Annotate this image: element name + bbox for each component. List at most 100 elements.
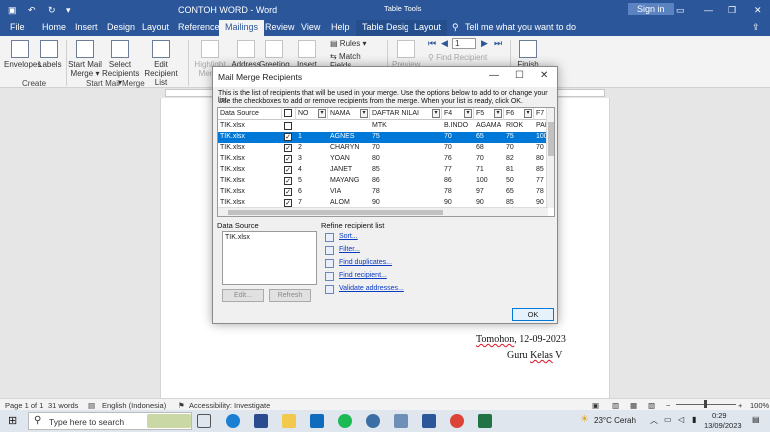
- read-mode-icon[interactable]: ▥: [612, 401, 619, 410]
- row-checkbox[interactable]: ✓: [284, 188, 292, 196]
- chevron-down-icon[interactable]: ▾: [464, 109, 472, 118]
- preview-results-button[interactable]: Preview: [392, 40, 420, 69]
- tab-help[interactable]: Help: [331, 22, 350, 32]
- minimize-icon[interactable]: —: [704, 5, 713, 15]
- header-f5[interactable]: F5 ▾: [474, 108, 504, 120]
- table-row[interactable]: TIK.xlsx 6 VIA 78 78 97 65 78 ✓: [218, 187, 548, 198]
- zoom-out-icon[interactable]: −: [666, 401, 670, 410]
- header-f4[interactable]: F4 ▾: [442, 108, 474, 120]
- print-layout-icon[interactable]: ▦: [630, 401, 637, 410]
- header-daftar-nilai[interactable]: DAFTAR NILAI ▾: [370, 108, 442, 120]
- zoom-in-icon[interactable]: +: [738, 401, 742, 410]
- row-checkbox[interactable]: ✓: [284, 144, 292, 152]
- labels-button[interactable]: Labels: [38, 40, 62, 69]
- chevron-down-icon[interactable]: ▾: [360, 109, 368, 118]
- close-icon[interactable]: ✕: [754, 5, 762, 16]
- zoom-slider-thumb[interactable]: [704, 400, 707, 408]
- row-checkbox[interactable]: ✓: [284, 177, 292, 185]
- excel-icon[interactable]: [478, 414, 492, 428]
- start-mail-merge-button[interactable]: Start Mail Merge ▾: [68, 40, 102, 78]
- tab-layout[interactable]: Layout: [142, 22, 169, 32]
- table-row[interactable]: TIK.xlsx 2 CHARYN 70 70 68 70 70 ✓: [218, 143, 548, 154]
- share-icon[interactable]: ⇪: [752, 22, 760, 33]
- row-checkbox[interactable]: ✓: [284, 133, 292, 141]
- clock-time[interactable]: 0:29: [712, 411, 727, 420]
- ribbon-display-icon[interactable]: ▭: [676, 5, 685, 16]
- word-icon[interactable]: [422, 414, 436, 428]
- envelopes-button[interactable]: Envelopes: [4, 40, 41, 69]
- grid-vertical-scrollbar[interactable]: [546, 108, 554, 208]
- table-row[interactable]: TIK.xlsx 3 YOAN 80 76 70 82 80 ✓: [218, 154, 548, 165]
- maximize-icon[interactable]: ❐: [728, 5, 736, 16]
- header-select-all-checkbox[interactable]: [284, 109, 292, 117]
- header-no[interactable]: NO ▾: [296, 108, 328, 120]
- tab-home[interactable]: Home: [42, 22, 66, 32]
- chrome-icon[interactable]: [450, 414, 464, 428]
- chat-app-icon[interactable]: [366, 414, 380, 428]
- language[interactable]: English (Indonesia): [102, 401, 166, 410]
- scroll-thumb[interactable]: [228, 210, 443, 215]
- app-icon[interactable]: [394, 414, 408, 428]
- find-duplicates-link[interactable]: Find duplicates...: [325, 259, 392, 268]
- table-row[interactable]: TIK.xlsx 4 JANET 85 77 71 81 85 ✓: [218, 165, 548, 176]
- spotify-icon[interactable]: [338, 414, 352, 428]
- chevron-down-icon[interactable]: ▾: [524, 109, 532, 118]
- data-source-item[interactable]: TIK.xlsx: [225, 234, 250, 241]
- sort-link[interactable]: Sort...: [325, 233, 358, 242]
- chevron-down-icon[interactable]: ▾: [494, 109, 502, 118]
- battery-icon[interactable]: ▮: [692, 415, 696, 424]
- tab-mailings[interactable]: Mailings: [219, 20, 265, 36]
- dialog-maximize-icon[interactable]: ☐: [515, 70, 524, 81]
- accessibility-status[interactable]: Accessibility: Investigate: [189, 401, 270, 410]
- filter-link[interactable]: Filter...: [325, 246, 360, 255]
- undo-icon[interactable]: ↶: [28, 5, 36, 16]
- weather-text[interactable]: 23°C Cerah: [594, 416, 636, 425]
- tray-chevron-icon[interactable]: ︿: [650, 415, 658, 426]
- row-checkbox[interactable]: ✓: [284, 199, 292, 207]
- chevron-down-icon[interactable]: ▾: [318, 109, 326, 118]
- table-row[interactable]: TIK.xlsx MTK B.INDO AGAMA RIOK PAN: [218, 121, 550, 132]
- table-row[interactable]: TIK.xlsx 5 MAYANG 86 86 100 50 77 ✓: [218, 176, 548, 187]
- tab-table-layout[interactable]: Layout: [408, 20, 448, 36]
- scroll-thumb[interactable]: [548, 122, 554, 156]
- edge-icon[interactable]: [226, 414, 240, 428]
- edit-button[interactable]: Edit...: [222, 289, 264, 302]
- dialog-close-icon[interactable]: ✕: [540, 70, 548, 81]
- header-data-source[interactable]: Data Source: [218, 108, 282, 120]
- redo-icon[interactable]: ↻: [48, 5, 56, 16]
- task-view-icon[interactable]: [197, 414, 211, 428]
- mail-icon[interactable]: [310, 414, 324, 428]
- customize-qat-icon[interactable]: ▾: [66, 5, 71, 16]
- tab-review[interactable]: Review: [265, 22, 295, 32]
- tell-me-search[interactable]: Tell me what you want to do: [465, 22, 576, 32]
- row-checkbox[interactable]: ✓: [284, 166, 292, 174]
- header-f6[interactable]: F6 ▾: [504, 108, 534, 120]
- notification-icon[interactable]: ▤: [752, 415, 760, 424]
- tab-insert[interactable]: Insert: [75, 22, 98, 32]
- microsoft-store-icon[interactable]: [254, 414, 268, 428]
- dialog-minimize-icon[interactable]: —: [489, 70, 499, 81]
- tab-references[interactable]: References: [178, 22, 224, 32]
- zoom-level[interactable]: 100%: [750, 401, 769, 410]
- chevron-down-icon[interactable]: ▾: [432, 109, 440, 118]
- proofing-icon[interactable]: ▤: [88, 401, 95, 410]
- greeting-line-button[interactable]: Greeting: [259, 40, 290, 69]
- recipients-grid[interactable]: Data Source NO ▾ NAMA ▾ DAFTAR NILAI ▾ F4 ▾ …: [217, 107, 555, 217]
- web-layout-icon[interactable]: ▧: [648, 401, 655, 410]
- clock-date[interactable]: 13/09/2023: [704, 421, 742, 430]
- find-recipient-button[interactable]: ⚲ Find Recipient: [428, 53, 488, 62]
- refresh-button[interactable]: Refresh: [269, 289, 311, 302]
- previous-record-icon[interactable]: ◀: [441, 39, 448, 48]
- grid-horizontal-scrollbar[interactable]: [218, 207, 548, 216]
- record-number-input[interactable]: 1: [452, 38, 476, 49]
- row-checkbox[interactable]: ✓: [284, 155, 292, 163]
- save-icon[interactable]: ▣: [8, 5, 17, 16]
- edit-recipient-list-button[interactable]: Edit Recipient List: [139, 40, 183, 87]
- address-block-button[interactable]: Address: [231, 40, 261, 69]
- network-icon[interactable]: ▭: [664, 415, 672, 424]
- validate-addresses-link[interactable]: Validate addresses...: [325, 285, 404, 294]
- focus-icon[interactable]: ▣: [592, 401, 599, 410]
- tab-file[interactable]: File: [10, 22, 25, 32]
- find-recipient-link[interactable]: Find recipient...: [325, 272, 387, 281]
- windows-start-icon[interactable]: ⊞: [8, 414, 17, 427]
